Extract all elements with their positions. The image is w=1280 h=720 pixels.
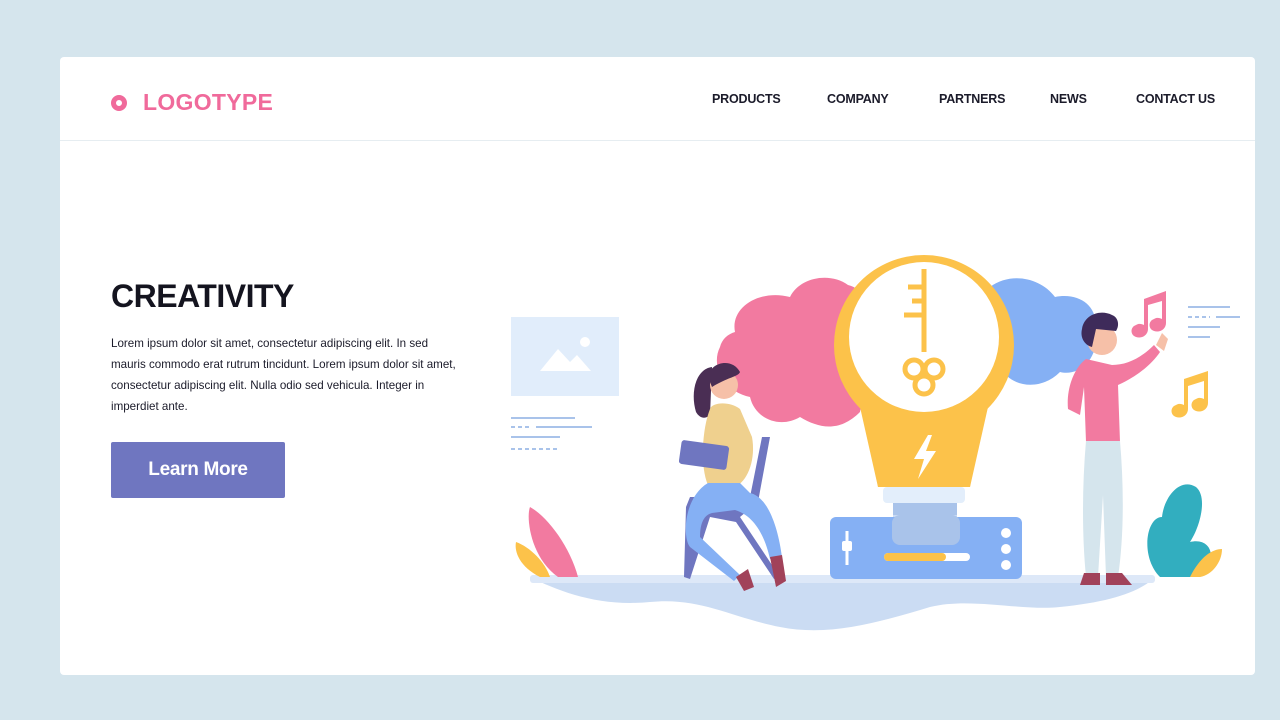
site-header: LOGOTYPE PRODUCTS COMPANY PARTNERS NEWS …: [60, 57, 1255, 141]
nav-link-contact-us[interactable]: CONTACT US: [1136, 92, 1215, 106]
image-placeholder-icon: [511, 317, 619, 396]
plant-right: [1147, 484, 1222, 577]
control-box: [830, 515, 1022, 579]
nav-link-company[interactable]: COMPANY: [827, 92, 889, 106]
music-note-icon: [1131, 291, 1166, 338]
hero-title: CREATIVITY: [111, 278, 294, 314]
logo-text: LOGOTYPE: [143, 89, 274, 115]
logo-ring-icon: [111, 94, 127, 111]
nav-link-partners[interactable]: PARTNERS: [939, 92, 1005, 106]
plant-left: [515, 507, 578, 577]
nav-link-news[interactable]: NEWS: [1050, 92, 1087, 106]
creativity-illustration: [511, 255, 1240, 631]
decorative-lines-left: [511, 417, 592, 450]
learn-more-button[interactable]: Learn More: [111, 442, 285, 498]
music-note-icon-yellow: [1171, 371, 1208, 418]
decorative-lines-right: [1188, 306, 1240, 338]
hero-description: Lorem ipsum dolor sit amet, consectetur …: [111, 337, 456, 413]
logo[interactable]: LOGOTYPE: [111, 89, 273, 116]
page-card: LOGOTYPE PRODUCTS COMPANY PARTNERS NEWS …: [60, 57, 1255, 675]
nav-link-products[interactable]: PRODUCTS: [712, 92, 781, 106]
ground-platform: [530, 577, 1155, 631]
